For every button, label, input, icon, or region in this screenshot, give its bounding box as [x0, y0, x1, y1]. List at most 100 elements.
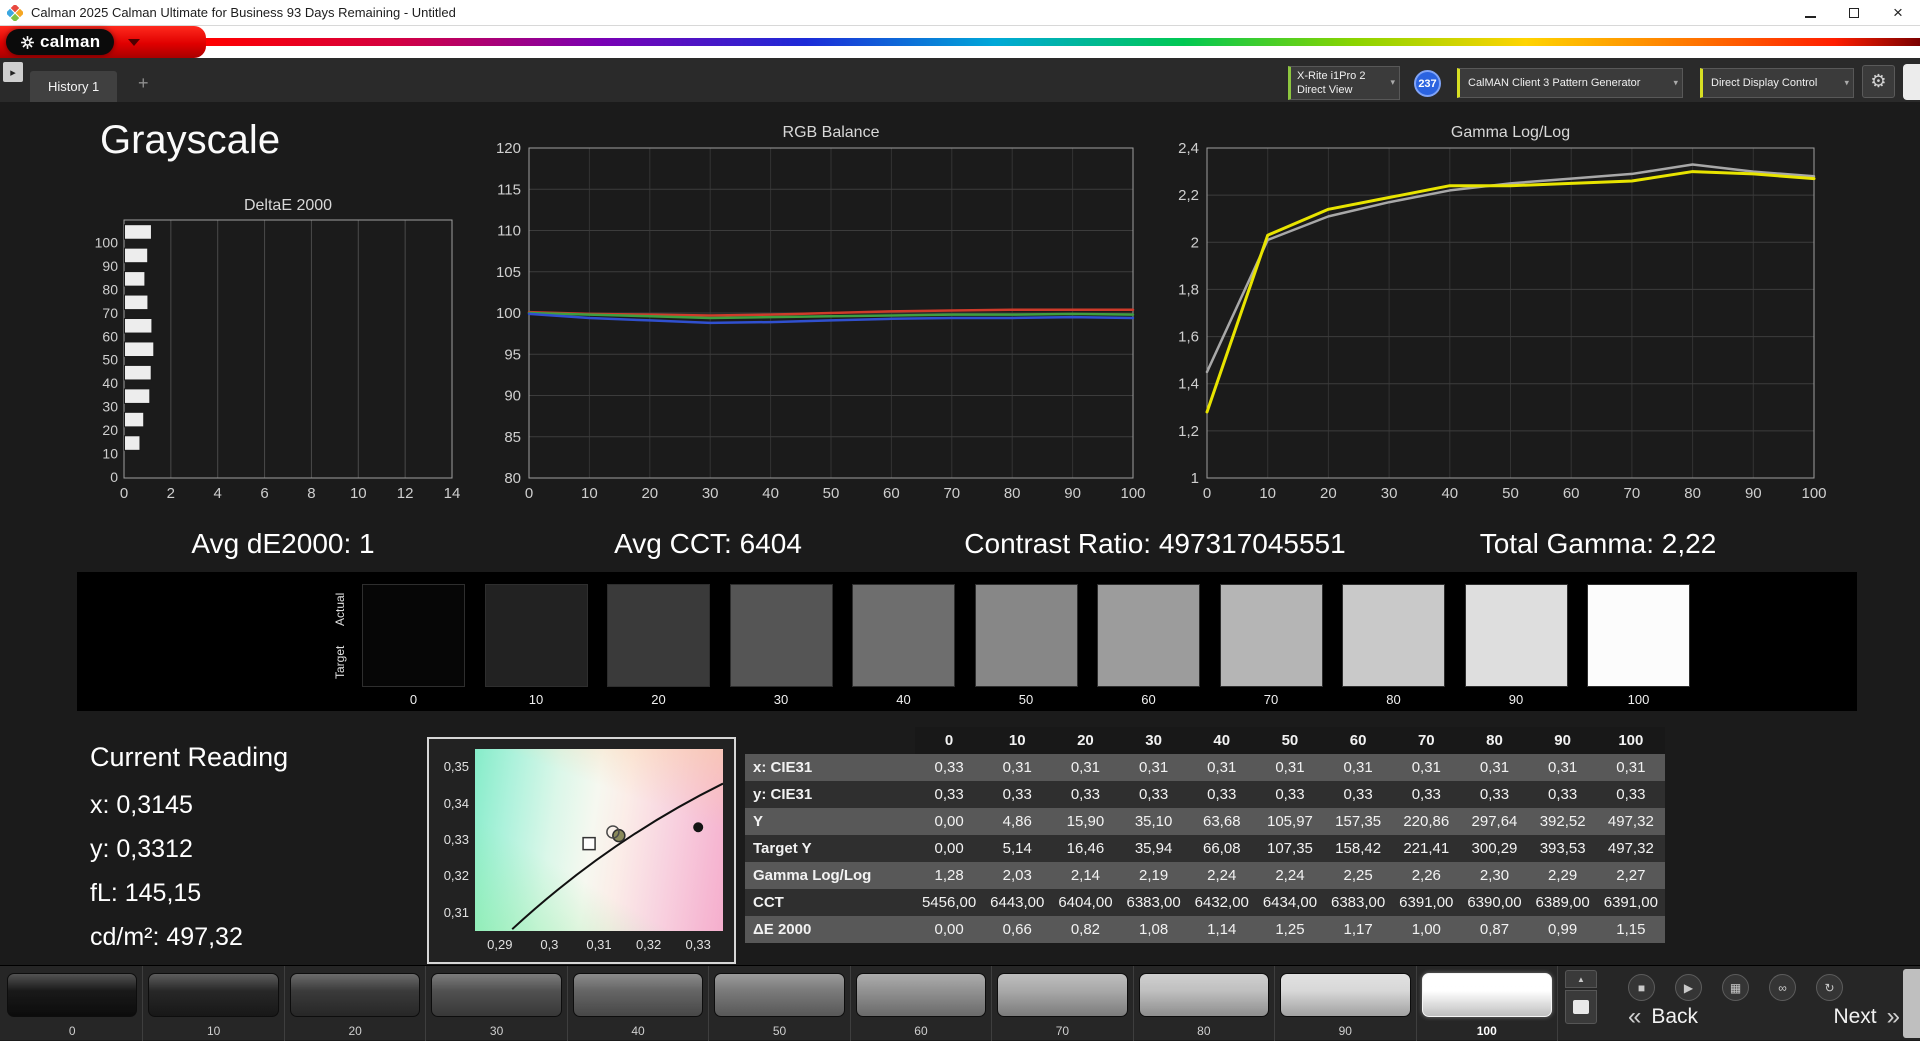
pattern-level-button-0[interactable] [7, 973, 138, 1017]
pattern-level-button-70[interactable] [997, 973, 1128, 1017]
pattern-level-button-100[interactable] [1421, 973, 1552, 1017]
meter-dropdown[interactable]: X-Rite i1Pro 2 Direct View ▾ [1288, 66, 1400, 100]
svg-text:20: 20 [102, 422, 118, 438]
table-cell: 0,33 [1139, 786, 1169, 803]
swatch-10-actual [485, 585, 587, 636]
swatch-level-label: 0 [409, 692, 418, 707]
svg-text:90: 90 [1745, 485, 1762, 502]
pattern-slot: 60 [851, 966, 993, 1041]
gear-icon: ⚙ [1870, 71, 1887, 91]
pattern-level-button-40[interactable] [572, 973, 704, 1017]
pattern-generator-dropdown[interactable]: CalMAN Client 3 Pattern Generator ▾ [1457, 68, 1683, 98]
table-cell: 5456,00 [921, 894, 977, 911]
swatch-90-target [1465, 635, 1567, 686]
table-cell: 6432,00 [1194, 894, 1249, 911]
pattern-level-button-50[interactable] [714, 973, 845, 1017]
svg-text:1: 1 [1191, 470, 1199, 487]
svg-text:2: 2 [167, 485, 175, 502]
swatch-90-actual [1465, 585, 1567, 636]
svg-text:10: 10 [350, 485, 367, 502]
table-cell: 107,35 [1267, 840, 1313, 857]
svg-text:100: 100 [1801, 485, 1826, 502]
swatch-level-label: 70 [1263, 692, 1279, 707]
minimize-button[interactable] [1788, 0, 1832, 25]
table-row: Gamma Log/Log 1,28 2,03 2,14 2,19 2,24 2,24 2,2… [745, 862, 1665, 889]
table-cell: 0,31 [1343, 759, 1373, 776]
current-reading-value: x: 0,3145 [90, 791, 193, 819]
table-cell: 0,00 [934, 921, 964, 938]
cie-y-tick: 0,32 [443, 868, 469, 884]
back-chevron-icon[interactable]: « [1628, 1005, 1641, 1029]
close-button[interactable]: × [1876, 0, 1920, 25]
pattern-level-button-30[interactable] [431, 973, 562, 1017]
window-title: Calman 2025 Calman Ultimate for Business… [31, 5, 456, 20]
table-row: ΔE 2000 0,00 0,66 0,82 1,08 1,14 1,25 1,17 1,00 0… [745, 916, 1665, 943]
svg-text:80: 80 [1684, 485, 1701, 502]
current-reading-value: y: 0,3312 [90, 835, 193, 863]
settings-button[interactable]: ⚙ [1862, 65, 1895, 98]
add-tab-button[interactable]: + [138, 74, 149, 92]
continuous-icon: ∞ [1778, 980, 1787, 995]
next-button[interactable]: Next [1833, 1005, 1876, 1029]
table-col-header: 80 [1460, 727, 1529, 754]
tabbar-right-grip[interactable] [1903, 64, 1920, 100]
table-cell: 393,53 [1539, 840, 1586, 857]
svg-text:105: 105 [496, 264, 521, 281]
gamma-log-log-chart: Gamma Log/Log 0 10 20 30 40 50 60 70 80 90 100 1 1,2 1… [1163, 122, 1826, 508]
pattern-slot: 100 [1417, 966, 1558, 1041]
svg-text:120: 120 [496, 140, 521, 157]
pattern-window-button[interactable] [1565, 990, 1597, 1024]
table-cell: 2,27 [1616, 867, 1646, 884]
save-button[interactable]: ▦ [1722, 974, 1749, 1001]
table-cell: 0,33 [934, 759, 964, 776]
collapse-pattern-panel-button[interactable]: ▲ [1565, 970, 1597, 988]
repeat-button[interactable]: ↻ [1816, 974, 1843, 1001]
svg-text:0: 0 [1203, 485, 1211, 502]
stop-button[interactable]: ■ [1628, 974, 1655, 1001]
maximize-button[interactable] [1832, 0, 1876, 25]
cie-chart-panel: 0,31 0,32 0,33 0,34 0,35 0,29 0,3 0,31 0,32 0,33 [427, 737, 736, 964]
bottom-right-grip[interactable] [1903, 969, 1920, 1038]
table-row: Y 0,00 4,86 15,90 35,10 63,68 105,97 157,35 220,… [745, 808, 1665, 835]
stat-avg-cct: Avg CCT: 6404 [614, 528, 802, 559]
table-cell: 2,30 [1479, 867, 1510, 884]
swatch-30: 30 [729, 584, 833, 707]
collapse-panel-button[interactable]: ▸ [3, 62, 23, 82]
swatch-axis-label-target: Target [333, 645, 347, 679]
svg-text:2,2: 2,2 [1178, 187, 1199, 204]
svg-text:110: 110 [497, 223, 521, 240]
svg-text:80: 80 [102, 281, 118, 297]
next-chevron-icon[interactable]: » [1887, 1005, 1900, 1029]
display-control-dropdown[interactable]: Direct Display Control ▾ [1700, 68, 1854, 98]
pattern-level-button-60[interactable] [855, 973, 987, 1017]
pattern-level-button-80[interactable] [1138, 973, 1270, 1017]
svg-text:40: 40 [102, 375, 118, 391]
table-cell: 0,33 [1343, 786, 1373, 803]
swatch-0: 0 [362, 584, 465, 707]
pattern-level-button-10[interactable] [148, 973, 279, 1017]
swatch-50: 50 [974, 584, 1078, 707]
pattern-slot: 0 [2, 966, 144, 1041]
tab-history-1[interactable]: History 1 [30, 71, 118, 102]
pattern-panel-controls: ▲ [1565, 970, 1597, 1024]
play-button[interactable]: ▶ [1675, 974, 1702, 1001]
svg-text:70: 70 [943, 485, 960, 502]
svg-text:70: 70 [1624, 485, 1641, 502]
cie-y-tick: 0,34 [443, 795, 469, 811]
svg-text:30: 30 [702, 485, 719, 502]
pattern-level-button-20[interactable] [289, 973, 421, 1017]
table-cell: 0,33 [1002, 786, 1032, 803]
calman-logo-menu[interactable]: calman [0, 26, 206, 58]
svg-text:0: 0 [525, 485, 533, 502]
table-col-header: 100 [1596, 727, 1665, 754]
pattern-level-button-90[interactable] [1280, 973, 1411, 1017]
svg-text:40: 40 [1441, 485, 1458, 502]
table-cell: 0,31 [1479, 759, 1510, 776]
back-button[interactable]: Back [1651, 1005, 1698, 1029]
continuous-button[interactable]: ∞ [1769, 974, 1796, 1001]
swatch-40-target [853, 635, 954, 686]
table-cell: 4,86 [1002, 813, 1032, 830]
table-cell: 35,94 [1134, 840, 1173, 857]
swatch-70: 70 [1219, 584, 1323, 707]
pattern-slot: 50 [709, 966, 851, 1041]
